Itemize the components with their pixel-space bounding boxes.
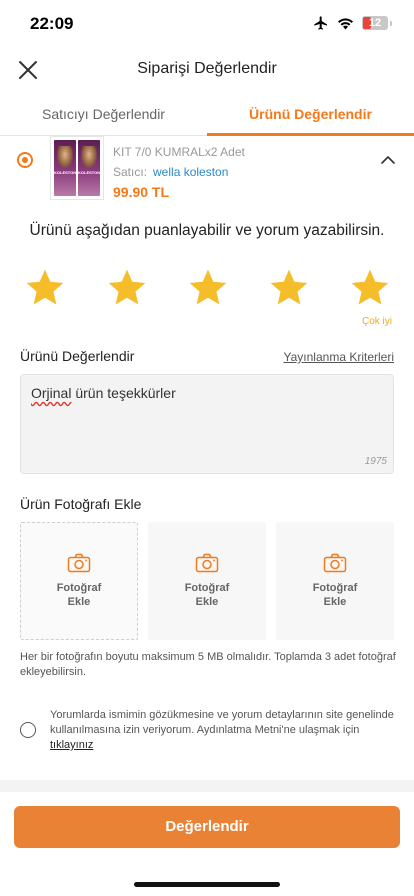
header: Siparişi Değerlendir	[0, 48, 414, 92]
consent-link[interactable]: tıklayınız	[50, 739, 93, 751]
tab-bar: Satıcıyı Değerlendir Ürünü Değerlendir	[0, 92, 414, 136]
review-textarea[interactable]: Orjinal ürün teşekkürler 1975	[20, 374, 394, 474]
product-image	[50, 136, 104, 200]
add-photo-label: Fotoğraf Ekle	[312, 582, 358, 608]
product-radio[interactable]	[17, 152, 33, 168]
consent-radio[interactable]	[20, 722, 36, 738]
rating-prompt: Ürünü aşağıdan puanlayabilir ve yorum ya…	[29, 222, 385, 239]
battery-icon: 12	[362, 16, 388, 30]
product-name: KIT 7/0 KUMRALx2 Adet	[113, 145, 245, 159]
product-row: KIT 7/0 KUMRALx2 Adet Satıcı: wella koles…	[0, 136, 414, 206]
star-icon[interactable]	[105, 266, 149, 310]
camera-icon	[323, 553, 347, 573]
seller-link[interactable]: wella koleston	[153, 165, 228, 179]
battery-level: 12	[368, 17, 382, 29]
star-icon[interactable]	[348, 266, 392, 310]
photo-size-info: Her bir fotoğrafın boyutu maksimum 5 MB …	[20, 651, 396, 678]
seller-row: Satıcı: wella koleston	[113, 165, 228, 179]
tab-seller-review[interactable]: Satıcıyı Değerlendir	[0, 92, 207, 135]
star-icon[interactable]	[186, 266, 230, 310]
review-text: Orjinal ürün teşekkürler	[31, 385, 176, 401]
star-icon[interactable]	[267, 266, 311, 310]
add-photo-button[interactable]: Fotoğraf Ekle	[148, 522, 266, 640]
add-photo-button[interactable]: Fotoğraf Ekle	[276, 522, 394, 640]
consent-row: Yorumlarda ismimin gözükmesine ve yorum …	[20, 707, 400, 757]
camera-icon	[195, 553, 219, 573]
page-title: Siparişi Değerlendir	[137, 60, 277, 77]
consent-text: Yorumlarda ismimin gözükmesine ve yorum …	[50, 709, 394, 751]
camera-icon	[67, 553, 91, 573]
status-time: 22:09	[30, 14, 74, 33]
photo-section-label: Ürün Fotoğrafı Ekle	[20, 496, 142, 512]
product-price: 99.90 TL	[113, 184, 170, 200]
seller-label: Satıcı:	[113, 165, 148, 179]
rating-caption: Çok iyi	[361, 316, 392, 327]
misspelled-word: Orjinal	[31, 385, 72, 401]
add-photo-button[interactable]: Fotoğraf Ekle	[20, 522, 138, 640]
star-rating: Çok iyi	[0, 266, 414, 327]
battery-tip	[390, 20, 392, 26]
status-icons: 12	[313, 15, 392, 31]
tab-product-review[interactable]: Ürünü Değerlendir	[207, 92, 414, 136]
review-label: Ürünü Değerlendir	[20, 348, 135, 364]
star-icon[interactable]	[23, 266, 67, 310]
status-bar: 22:09 12	[0, 0, 414, 48]
review-text-rest: ürün teşekkürler	[71, 385, 176, 401]
add-photo-label: Fotoğraf Ekle	[184, 582, 230, 608]
airplane-icon	[314, 16, 327, 30]
wifi-icon	[338, 17, 353, 29]
divider	[0, 780, 414, 792]
chevron-up-icon[interactable]	[380, 152, 396, 168]
submit-button[interactable]: Değerlendir	[14, 806, 400, 848]
home-indicator	[134, 882, 280, 887]
add-photo-label: Fotoğraf Ekle	[56, 582, 102, 608]
criteria-link[interactable]: Yayınlanma Kriterleri	[284, 350, 394, 364]
char-counter: 1975	[364, 456, 387, 467]
